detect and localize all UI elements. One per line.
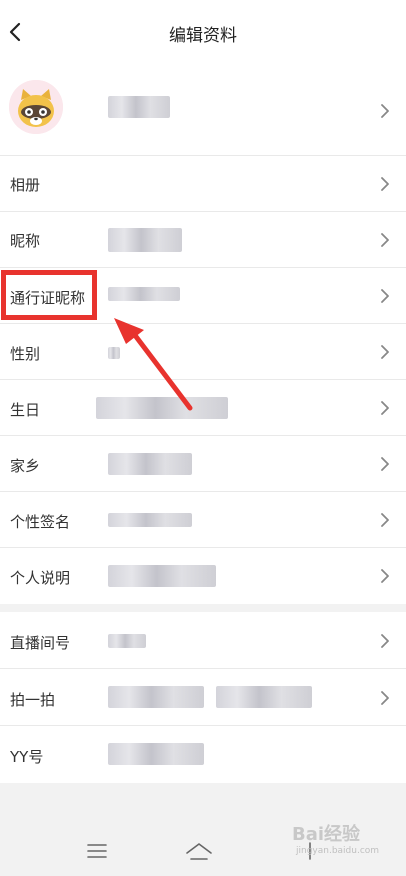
- raccoon-avatar-icon: [9, 80, 63, 134]
- username-blurred: [108, 96, 170, 118]
- yy-id-label: YY号: [10, 748, 44, 766]
- signature-row[interactable]: 个性签名: [0, 492, 406, 548]
- section-gap: [0, 604, 406, 612]
- pat-row[interactable]: 拍一拍: [0, 669, 406, 726]
- birthday-row[interactable]: 生日: [0, 380, 406, 436]
- nickname-row[interactable]: 昵称: [0, 212, 406, 268]
- avatar[interactable]: [9, 80, 63, 134]
- chevron-right-icon: [381, 457, 389, 471]
- bio-value-blurred: [108, 565, 216, 587]
- menu-icon[interactable]: [87, 843, 107, 859]
- nickname-label: 昵称: [10, 232, 41, 250]
- chevron-right-icon: [381, 345, 389, 359]
- chevron-right-icon: [381, 634, 389, 648]
- hometown-row[interactable]: 家乡: [0, 436, 406, 492]
- chevron-right-icon: [381, 233, 389, 247]
- pat-label: 拍一拍: [10, 691, 56, 709]
- watermark-sub: jingyan.baidu.com: [296, 846, 380, 856]
- live-room-row[interactable]: 直播间号: [0, 612, 406, 669]
- page-title: 编辑资料: [169, 26, 237, 46]
- yy-id-row: YY号: [0, 726, 406, 783]
- passport-nickname-value-blurred: [108, 287, 180, 301]
- chevron-right-icon: [381, 289, 389, 303]
- live-room-value-blurred: [108, 634, 146, 648]
- bio-label: 个人说明: [10, 569, 71, 587]
- home-icon[interactable]: [185, 842, 213, 862]
- hometown-value-blurred: [108, 453, 192, 475]
- chevron-right-icon: [381, 569, 389, 583]
- nickname-value-blurred: [108, 228, 182, 252]
- chevron-right-icon: [381, 177, 389, 191]
- chevron-right-icon: [381, 104, 389, 118]
- signature-value-blurred: [108, 513, 192, 527]
- gender-label: 性别: [10, 345, 41, 363]
- album-row[interactable]: 相册: [0, 156, 406, 212]
- bio-row[interactable]: 个人说明: [0, 548, 406, 604]
- watermark-logo: Bai经验 jingyan.baidu.com: [292, 820, 379, 856]
- birthday-label: 生日: [10, 401, 41, 419]
- signature-label: 个性签名: [10, 513, 71, 531]
- pat-value-blurred: [216, 686, 312, 708]
- pat-value-blurred: [108, 686, 204, 708]
- chevron-right-icon: [381, 401, 389, 415]
- watermark-brand: Bai经验: [292, 824, 361, 845]
- live-room-label: 直播间号: [10, 634, 71, 652]
- hometown-label: 家乡: [10, 457, 41, 475]
- yy-id-value-blurred: [108, 743, 204, 765]
- highlight-box: [1, 270, 97, 320]
- birthday-value-blurred: [96, 397, 228, 419]
- album-label: 相册: [10, 176, 41, 194]
- gender-value-blurred: [108, 347, 120, 359]
- chevron-right-icon: [381, 691, 389, 705]
- header-bar: 编辑资料: [0, 0, 406, 66]
- chevron-right-icon: [381, 513, 389, 527]
- gender-row[interactable]: 性别: [0, 324, 406, 380]
